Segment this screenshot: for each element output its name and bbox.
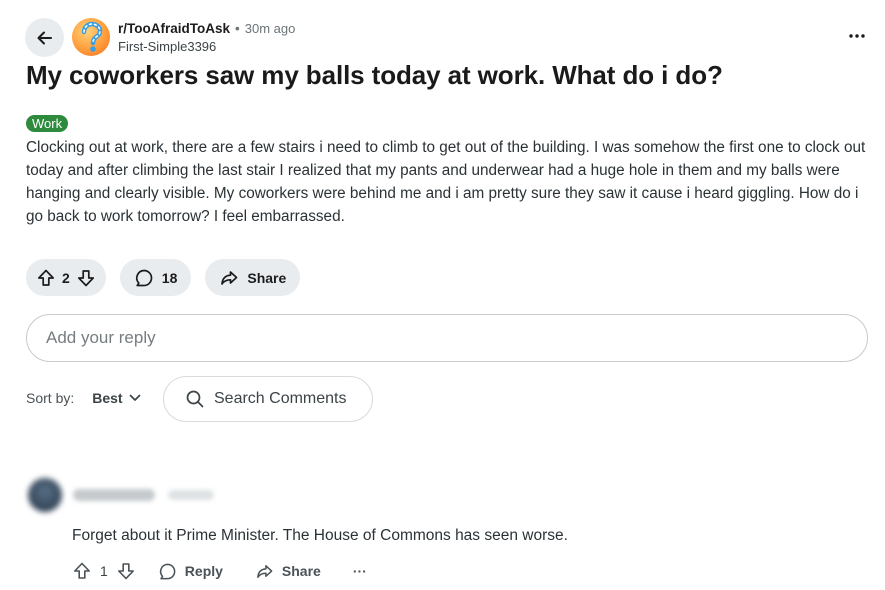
post-meta: r/TooAfraidToAsk • 30m ago First-Simple3…	[118, 20, 295, 56]
comment-reply-button[interactable]: Reply	[158, 562, 223, 581]
vote-group: 2	[26, 259, 106, 296]
sort-value: Best	[92, 390, 123, 406]
more-icon: ···	[352, 563, 367, 579]
question-mark-icon	[81, 21, 103, 52]
post-flair[interactable]: Work	[26, 115, 69, 132]
share-icon	[219, 268, 239, 288]
back-arrow-icon	[35, 28, 55, 48]
search-placeholder: Search Comments	[214, 390, 347, 407]
more-options-button[interactable]	[845, 26, 869, 46]
comment-actions: 1 Reply Share ···	[72, 561, 367, 581]
comment-avatar[interactable]	[28, 478, 62, 512]
post-title: My coworkers saw my balls today at work.…	[26, 60, 723, 90]
back-button[interactable]	[25, 18, 64, 57]
search-icon	[186, 390, 204, 408]
sort-dropdown[interactable]: Best	[92, 390, 140, 406]
comment-count: 18	[161, 269, 178, 286]
share-label: Share	[247, 269, 287, 286]
comment-share-label: Share	[281, 563, 321, 579]
post-body: Clocking out at work, there are a few st…	[26, 139, 866, 225]
post-score: 2	[62, 269, 70, 286]
more-icon	[849, 34, 865, 38]
comment-icon	[134, 268, 154, 288]
comment-icon	[158, 562, 177, 581]
comment-text: Forget about it Prime Minister. The Hous…	[72, 527, 568, 544]
comment-time-blurred	[168, 490, 214, 500]
comment-vote-group: 1	[72, 561, 136, 581]
post-actions: 2 18 Share	[26, 259, 301, 296]
search-comments-input[interactable]: Search Comments	[163, 376, 373, 422]
subreddit-avatar[interactable]	[72, 18, 110, 56]
meta-separator: •	[235, 21, 240, 36]
sort-control: Sort by: Best	[26, 390, 141, 406]
share-button[interactable]: Share	[205, 259, 301, 296]
reply-input[interactable]: Add your reply	[26, 314, 868, 362]
chevron-down-icon	[129, 394, 141, 402]
sort-label: Sort by:	[26, 390, 75, 406]
subreddit-name[interactable]: r/TooAfraidToAsk	[118, 20, 230, 38]
downvote-icon[interactable]	[116, 561, 136, 581]
post-author[interactable]: First-Simple3396	[118, 38, 295, 56]
share-icon	[255, 562, 274, 581]
comment-more-button[interactable]: ···	[353, 563, 367, 579]
reply-label: Reply	[184, 563, 223, 579]
comments-button[interactable]: 18	[119, 259, 192, 296]
upvote-icon[interactable]	[36, 268, 56, 288]
reply-placeholder: Add your reply	[46, 328, 156, 347]
comment-author-blurred	[73, 489, 155, 501]
post-time: 30m ago	[244, 21, 296, 36]
downvote-icon[interactable]	[76, 268, 96, 288]
comment-score: 1	[100, 563, 108, 579]
upvote-icon[interactable]	[72, 561, 92, 581]
comment-share-button[interactable]: Share	[255, 562, 321, 581]
